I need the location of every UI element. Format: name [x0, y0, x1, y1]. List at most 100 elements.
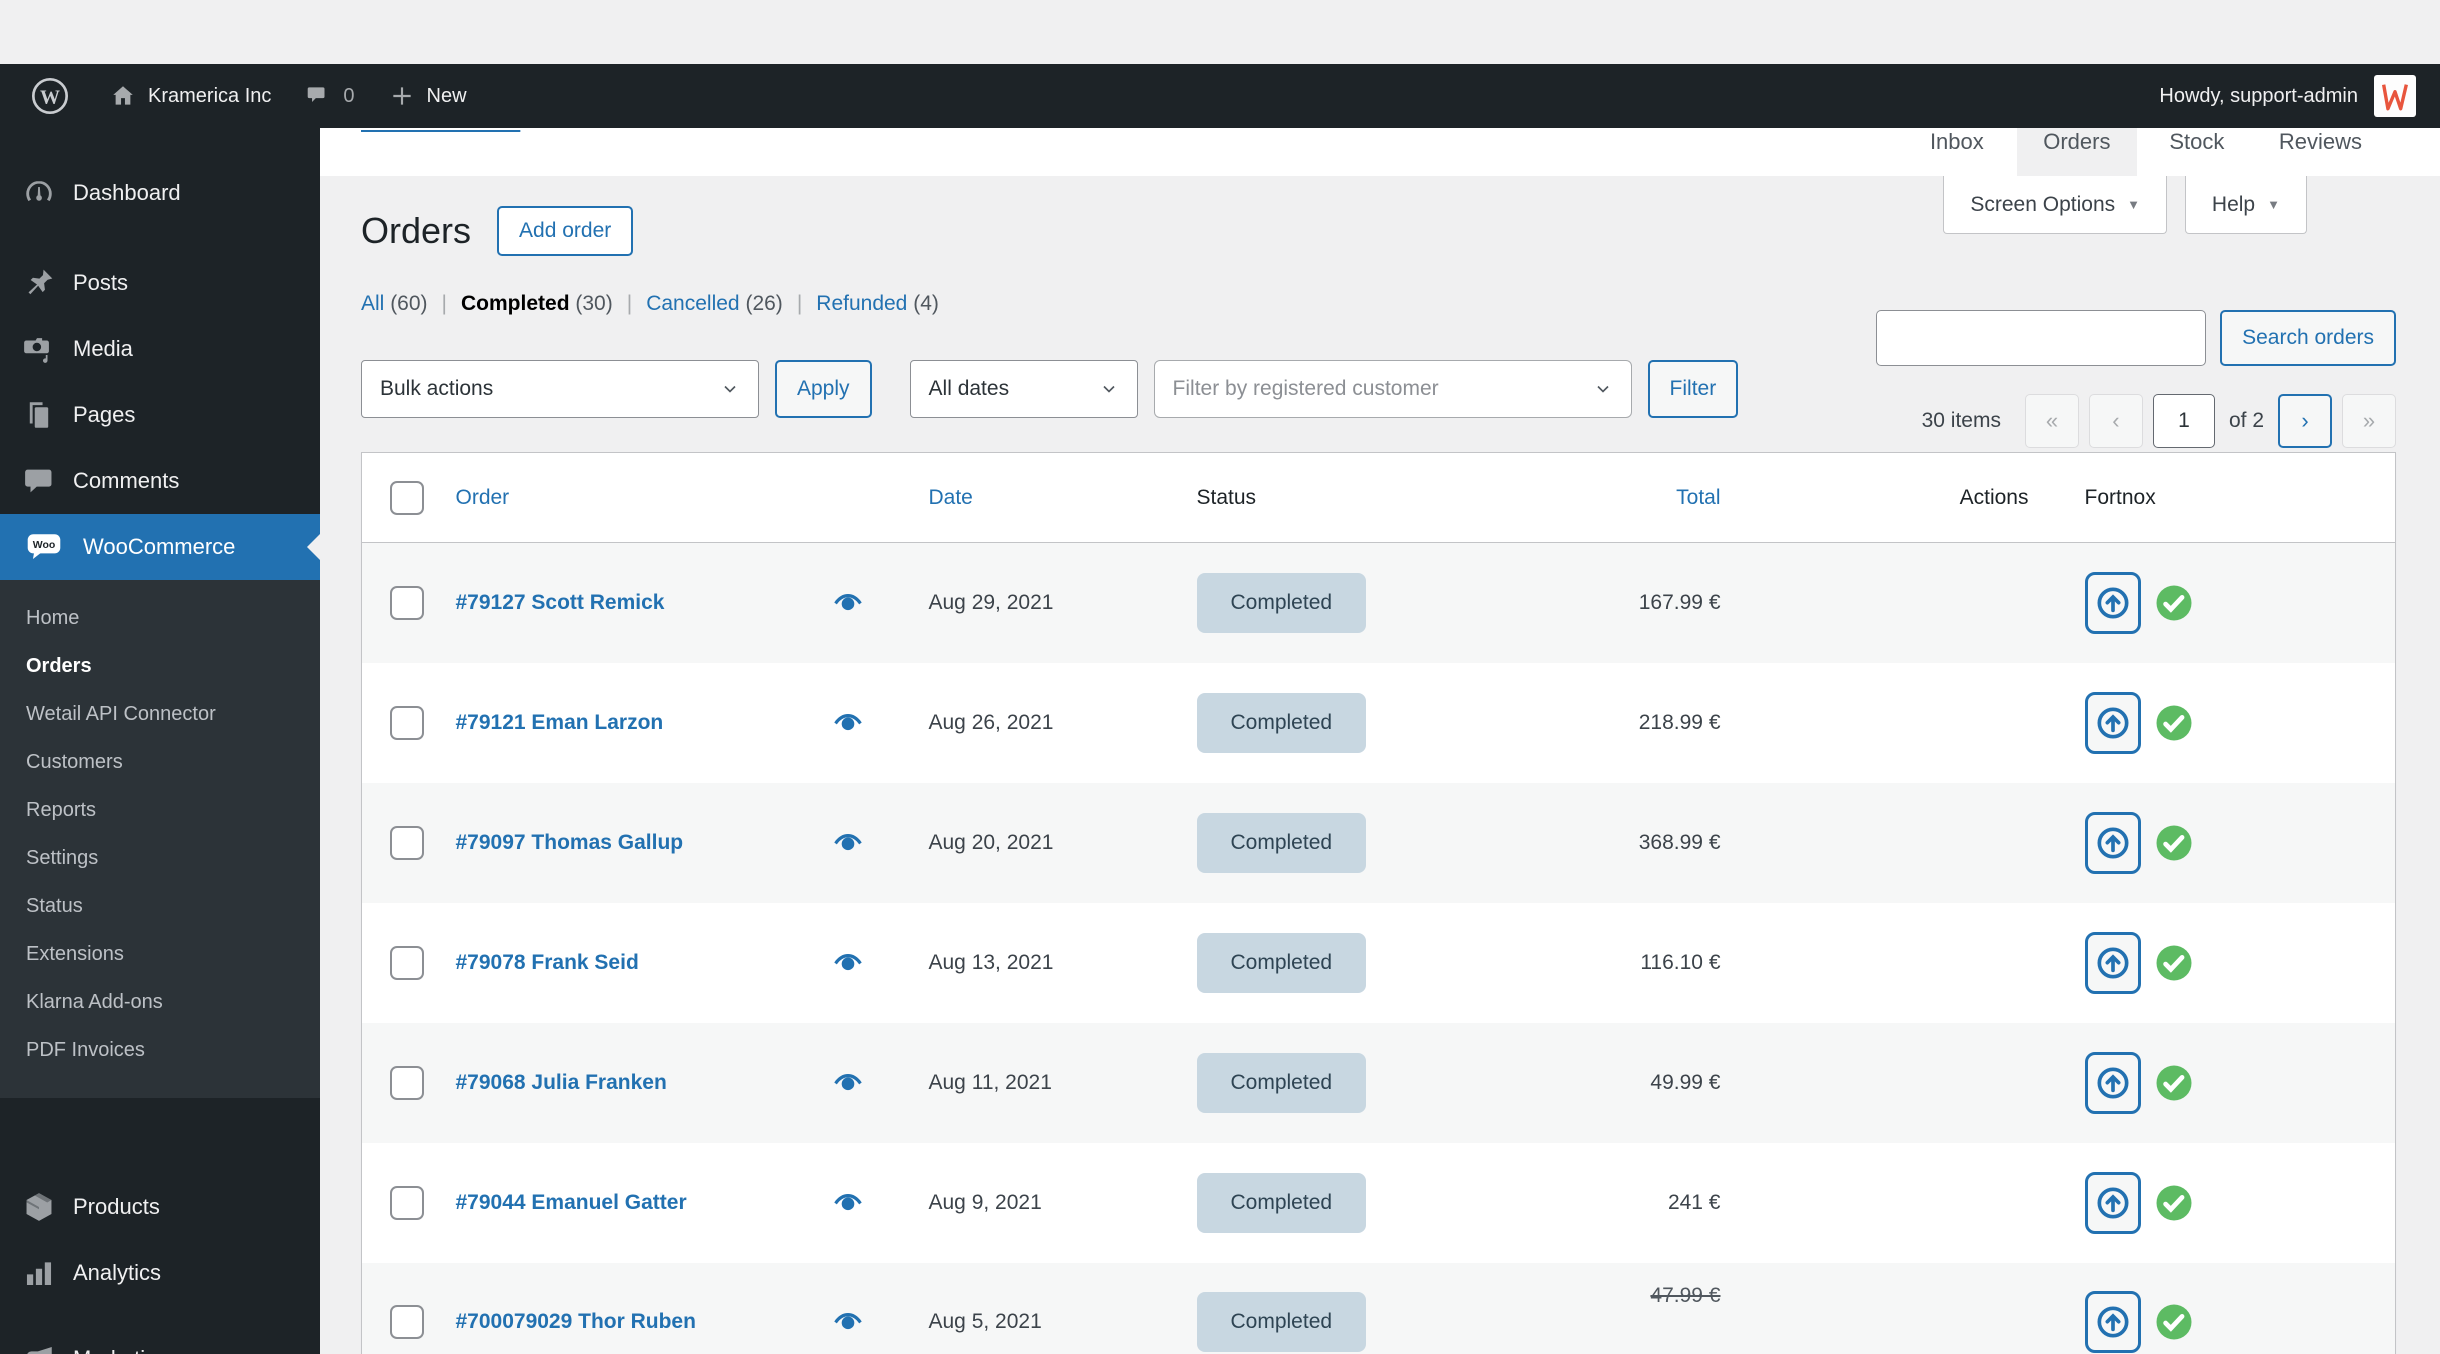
status-badge: Completed [1197, 813, 1367, 873]
column-header-total[interactable]: Total [1471, 453, 1761, 543]
sidebar-item-marketing[interactable]: Marketing [0, 1326, 320, 1354]
woocommerce-submenu: Home Orders Wetail API Connector Custome… [0, 580, 320, 1098]
filter-all-link[interactable]: All (60) [361, 292, 428, 316]
preview-eye-icon[interactable] [829, 1069, 867, 1097]
wordpress-logo-icon[interactable]: W [30, 76, 70, 116]
row-checkbox[interactable] [390, 706, 424, 740]
avatar[interactable] [2374, 75, 2416, 117]
fortnox-upload-button[interactable] [2085, 1052, 2141, 1114]
sidebar-item-products[interactable]: Products [0, 1174, 320, 1240]
order-link[interactable]: #79078 Frank Seid [456, 951, 639, 974]
submenu-item-extensions[interactable]: Extensions [0, 930, 320, 978]
next-page-button[interactable]: › [2278, 394, 2332, 448]
sidebar-item-pages[interactable]: Pages [0, 382, 320, 448]
preview-eye-icon[interactable] [829, 1308, 867, 1336]
last-page-button[interactable]: » [2342, 394, 2396, 448]
dates-select[interactable]: All dates [910, 360, 1138, 418]
filter-button[interactable]: Filter [1648, 360, 1739, 418]
row-checkbox[interactable] [390, 1305, 424, 1339]
submenu-item-customers[interactable]: Customers [0, 738, 320, 786]
chevron-down-icon: ▼ [2267, 197, 2280, 212]
fortnox-upload-button[interactable] [2085, 692, 2141, 754]
preview-eye-icon[interactable] [829, 709, 867, 737]
order-date: Aug 29, 2021 [901, 543, 1171, 663]
current-page-input[interactable] [2153, 394, 2215, 448]
filter-refunded-link[interactable]: Refunded (4) [816, 292, 939, 316]
column-header-actions: Actions [1761, 453, 2061, 543]
help-label: Help [2212, 193, 2255, 217]
submenu-item-orders[interactable]: Orders [0, 642, 320, 690]
preview-eye-icon[interactable] [829, 1189, 867, 1217]
customer-filter-select[interactable]: Filter by registered customer [1154, 360, 1632, 418]
column-header-order[interactable]: Order [426, 453, 901, 543]
preview-eye-icon[interactable] [829, 589, 867, 617]
site-menu-item[interactable]: Kramerica Inc [110, 83, 271, 109]
order-date: Aug 13, 2021 [901, 903, 1171, 1023]
menu-separator [0, 1306, 320, 1326]
submenu-item-reports[interactable]: Reports [0, 786, 320, 834]
row-checkbox[interactable] [390, 946, 424, 980]
order-link[interactable]: #79121 Eman Larzon [456, 711, 664, 734]
submenu-item-settings[interactable]: Settings [0, 834, 320, 882]
help-tab[interactable]: Help ▼ [2185, 176, 2307, 234]
submenu-item-pdf-invoices[interactable]: PDF Invoices [0, 1026, 320, 1074]
row-checkbox[interactable] [390, 826, 424, 860]
svg-text:W: W [40, 86, 60, 108]
sidebar-item-comments[interactable]: Comments [0, 448, 320, 514]
row-checkbox[interactable] [390, 1186, 424, 1220]
new-menu-item[interactable]: New [389, 83, 467, 109]
sidebar-item-dashboard[interactable]: Dashboard [0, 160, 320, 226]
add-order-button[interactable]: Add order [497, 206, 633, 256]
sidebar-item-label: Analytics [73, 1260, 161, 1286]
synced-check-icon [2153, 1182, 2195, 1224]
sidebar-item-media[interactable]: Media [0, 316, 320, 382]
order-total: 49.99 € [1471, 1023, 1761, 1143]
column-header-status: Status [1171, 453, 1471, 543]
screen-options-label: Screen Options [1970, 193, 2115, 217]
apply-button[interactable]: Apply [775, 360, 872, 418]
row-checkbox[interactable] [390, 1066, 424, 1100]
order-link[interactable]: #79127 Scott Remick [456, 591, 665, 614]
order-link[interactable]: #79044 Emanuel Gatter [456, 1191, 687, 1214]
sidebar-item-posts[interactable]: Posts [0, 250, 320, 316]
preview-eye-icon[interactable] [829, 949, 867, 977]
synced-check-icon [2153, 942, 2195, 984]
order-link[interactable]: #79097 Thomas Gallup [456, 831, 684, 854]
order-link[interactable]: #700079029 Thor Ruben [456, 1310, 696, 1333]
order-date: Aug 9, 2021 [901, 1143, 1171, 1263]
fortnox-upload-button[interactable] [2085, 1172, 2141, 1234]
search-orders-button[interactable]: Search orders [2220, 310, 2396, 366]
bulk-actions-select[interactable]: Bulk actions [361, 360, 759, 418]
howdy-text[interactable]: Howdy, support-admin [2159, 85, 2358, 108]
fortnox-upload-button[interactable] [2085, 1291, 2141, 1353]
first-page-button[interactable]: « [2025, 394, 2079, 448]
comments-menu-item[interactable]: 0 [305, 83, 354, 109]
order-date: Aug 5, 2021 [901, 1263, 1171, 1354]
preview-eye-icon[interactable] [829, 829, 867, 857]
select-all-checkbox[interactable] [390, 481, 424, 515]
sidebar-item-label: Dashboard [73, 180, 181, 206]
submenu-item-home[interactable]: Home [0, 594, 320, 642]
fortnox-upload-button[interactable] [2085, 932, 2141, 994]
sidebar-item-woocommerce[interactable]: Woo WooCommerce [0, 514, 320, 580]
fortnox-upload-button[interactable] [2085, 812, 2141, 874]
order-link[interactable]: #79068 Julia Franken [456, 1071, 667, 1094]
prev-page-button[interactable]: ‹ [2089, 394, 2143, 448]
order-total: 368.99 € [1471, 783, 1761, 903]
table-row: #79121 Eman Larzon Aug 26, 2021 Complete… [362, 663, 2396, 783]
search-orders-input[interactable] [1876, 310, 2206, 366]
separator: | [797, 292, 802, 316]
submenu-item-klarna-add-ons[interactable]: Klarna Add-ons [0, 978, 320, 1026]
filter-completed-link[interactable]: Completed (30) [461, 292, 613, 316]
column-header-date[interactable]: Date [901, 453, 1171, 543]
sidebar-item-analytics[interactable]: Analytics [0, 1240, 320, 1306]
avatar-w-mark [2378, 79, 2412, 113]
row-checkbox[interactable] [390, 586, 424, 620]
screen-options-tab[interactable]: Screen Options ▼ [1943, 176, 2167, 234]
fortnox-upload-button[interactable] [2085, 572, 2141, 634]
submenu-item-wetail-api-connector[interactable]: Wetail API Connector [0, 690, 320, 738]
tab-label: Inbox [1930, 129, 1984, 155]
filter-cancelled-link[interactable]: Cancelled (26) [646, 292, 783, 316]
submenu-item-status[interactable]: Status [0, 882, 320, 930]
menu-separator [0, 226, 320, 250]
